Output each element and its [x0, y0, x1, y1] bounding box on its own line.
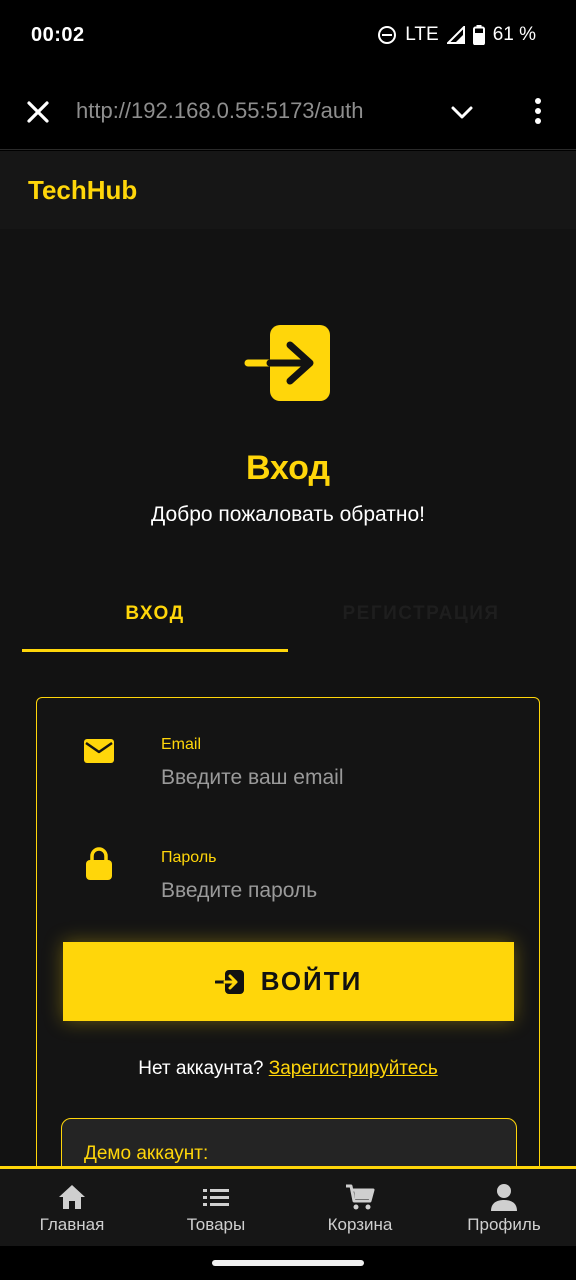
page-subtitle: Добро пожаловать обратно!	[151, 503, 425, 526]
nav-label-home: Главная	[39, 1215, 105, 1234]
login-button-label: ВОЙТИ	[260, 966, 363, 996]
home-gesture-handle[interactable]	[212, 1260, 364, 1266]
login-icon	[214, 969, 244, 994]
nav-item-products[interactable]: Товары	[144, 1169, 288, 1246]
do-not-disturb-icon	[378, 26, 397, 44]
nav-item-profile[interactable]: Профиль	[432, 1169, 576, 1246]
list-icon	[203, 1189, 229, 1206]
nav-label-profile: Профиль	[467, 1215, 541, 1234]
login-form: Email Пароль ВОЙТИ Нет аккаунта? Зарегис…	[36, 697, 540, 1166]
bottom-nav: Главная Товары Корзина Профиль	[0, 1166, 576, 1246]
email-label: Email	[161, 736, 202, 753]
email-field[interactable]	[161, 761, 501, 795]
signal-icon	[446, 26, 465, 44]
battery-level: 61 %	[492, 24, 536, 45]
signup-prompt: Нет аккаунта?	[138, 1058, 264, 1079]
browser-url-bar: http://192.168.0.55:5173/auth	[0, 72, 576, 150]
nav-label-products: Товары	[186, 1215, 246, 1234]
page-title: Вход	[245, 449, 331, 487]
cart-icon	[346, 1184, 375, 1210]
status-time: 00:02	[31, 24, 85, 46]
auth-page: Вход Добро пожаловать обратно! ВХОД РЕГИ…	[0, 229, 576, 1166]
signup-prompt-row: Нет аккаунта? Зарегистрируйтесь	[37, 1058, 539, 1080]
network-type: LTE	[405, 24, 439, 45]
chevron-down-icon[interactable]	[448, 100, 476, 124]
status-bar: 00:02 LTE 61 %	[0, 0, 576, 72]
password-field[interactable]	[161, 874, 501, 908]
tab-login[interactable]: ВХОД	[22, 603, 288, 653]
demo-account-title: Демо аккаунт:	[84, 1143, 209, 1164]
user-icon	[491, 1184, 517, 1211]
close-icon[interactable]	[24, 98, 52, 126]
lock-icon	[86, 847, 112, 880]
brand-logo[interactable]: TechHub	[28, 175, 137, 206]
nav-item-home[interactable]: Главная	[0, 1169, 144, 1246]
home-icon	[59, 1185, 85, 1209]
login-button[interactable]: ВОЙТИ	[63, 942, 514, 1021]
mail-icon	[84, 739, 114, 763]
battery-icon	[472, 25, 485, 45]
gesture-bar	[0, 1246, 576, 1280]
more-vert-icon[interactable]	[528, 96, 548, 126]
tab-register[interactable]: РЕГИСТРАЦИЯ	[288, 603, 554, 653]
url-text[interactable]: http://192.168.0.55:5173/auth	[76, 98, 363, 124]
login-icon	[244, 325, 330, 401]
active-tab-indicator	[22, 649, 288, 652]
app-header: TechHub	[0, 151, 576, 229]
signup-link[interactable]: Зарегистрируйтесь	[269, 1058, 438, 1079]
status-icons: LTE 61 %	[377, 24, 536, 46]
password-label: Пароль	[161, 849, 217, 866]
nav-label-cart: Корзина	[327, 1215, 393, 1234]
nav-item-cart[interactable]: Корзина	[288, 1169, 432, 1246]
demo-account-box: Демо аккаунт:	[61, 1118, 517, 1166]
